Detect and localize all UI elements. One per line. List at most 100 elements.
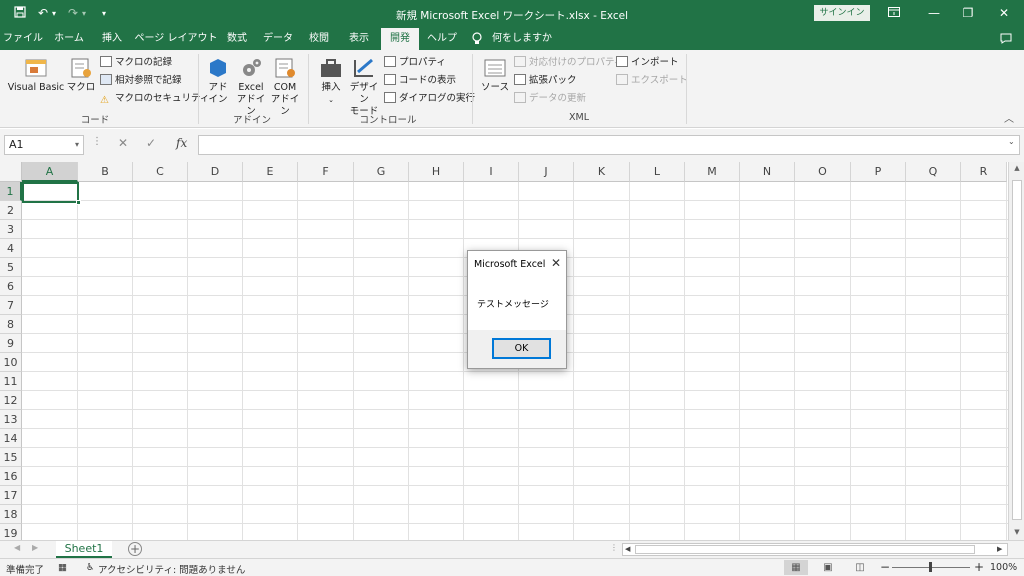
split-handle-icon[interactable]: ⋮: [610, 543, 618, 552]
horizontal-scroll-thumb[interactable]: [635, 545, 975, 554]
macros-button[interactable]: マクロ: [66, 56, 96, 94]
column-header-d[interactable]: D: [188, 162, 243, 182]
scroll-up-icon[interactable]: ▲: [1009, 164, 1024, 172]
sheet-tab[interactable]: Sheet1: [56, 541, 112, 558]
close-icon[interactable]: ✕: [548, 255, 564, 271]
tab-developer[interactable]: 開発: [381, 28, 419, 50]
column-header-j[interactable]: J: [519, 162, 574, 182]
column-header-o[interactable]: O: [795, 162, 851, 182]
map-properties-button[interactable]: 対応付けのプロパティ: [514, 55, 623, 71]
signin-button[interactable]: サインイン: [814, 5, 870, 21]
zoom-out-icon[interactable]: −: [880, 560, 890, 574]
accessibility-icon[interactable]: ♿: [86, 562, 95, 573]
tab-insert[interactable]: 挿入: [92, 28, 132, 50]
row-header-8[interactable]: 8: [0, 315, 22, 334]
page-break-view-icon[interactable]: ◫: [848, 560, 872, 575]
row-header-6[interactable]: 6: [0, 277, 22, 296]
properties-button[interactable]: プロパティ: [384, 55, 446, 71]
tab-view[interactable]: 表示: [340, 28, 378, 50]
record-macro-button[interactable]: マクロの記録: [100, 55, 172, 71]
tab-page-layout[interactable]: ページ レイアウト: [134, 28, 218, 50]
run-dialog-button[interactable]: ダイアログの実行: [384, 91, 475, 107]
design-mode-button[interactable]: デザイン モード: [346, 56, 382, 118]
sheet-next-icon[interactable]: ▶: [32, 543, 38, 552]
cancel-icon[interactable]: ✕: [118, 136, 128, 150]
zoom-in-icon[interactable]: +: [974, 560, 984, 574]
scroll-left-icon[interactable]: ◀: [625, 544, 630, 555]
insert-function-icon[interactable]: fx: [176, 136, 187, 150]
select-all-corner[interactable]: [0, 162, 22, 182]
column-header-k[interactable]: K: [574, 162, 630, 182]
refresh-data-button[interactable]: データの更新: [514, 91, 586, 107]
zoom-level[interactable]: 100%: [990, 562, 1017, 573]
row-header-18[interactable]: 18: [0, 505, 22, 524]
fill-handle[interactable]: [76, 200, 81, 205]
row-header-5[interactable]: 5: [0, 258, 22, 277]
tab-data[interactable]: データ: [258, 28, 298, 50]
addins-button[interactable]: アド イン: [204, 56, 232, 106]
vertical-scroll-thumb[interactable]: [1012, 180, 1022, 520]
column-header-g[interactable]: G: [354, 162, 409, 182]
normal-view-icon[interactable]: ▦: [784, 560, 808, 575]
row-header-14[interactable]: 14: [0, 429, 22, 448]
xml-export-button[interactable]: エクスポート: [616, 73, 688, 89]
macro-record-icon[interactable]: ▦: [58, 562, 67, 573]
add-sheet-icon[interactable]: +: [128, 542, 142, 556]
excel-addins-button[interactable]: Excel アドイン: [234, 56, 268, 118]
expand-formula-icon[interactable]: ⌄: [1008, 137, 1015, 146]
view-code-button[interactable]: コードの表示: [384, 73, 456, 89]
row-header-15[interactable]: 15: [0, 448, 22, 467]
column-header-e[interactable]: E: [243, 162, 298, 182]
tab-review[interactable]: 校閲: [300, 28, 338, 50]
row-header-4[interactable]: 4: [0, 239, 22, 258]
row-header-9[interactable]: 9: [0, 334, 22, 353]
tab-help[interactable]: ヘルプ: [422, 28, 462, 50]
xml-import-button[interactable]: インポート: [616, 55, 679, 71]
column-header-m[interactable]: M: [685, 162, 740, 182]
tab-home[interactable]: ホーム: [48, 28, 90, 50]
close-icon[interactable]: ✕: [994, 4, 1014, 22]
xml-source-button[interactable]: ソース: [480, 56, 510, 94]
com-addins-button[interactable]: COM アドイン: [268, 56, 302, 118]
column-header-l[interactable]: L: [630, 162, 685, 182]
row-header-3[interactable]: 3: [0, 220, 22, 239]
row-header-17[interactable]: 17: [0, 486, 22, 505]
sheet-prev-icon[interactable]: ◀: [14, 543, 20, 552]
column-header-c[interactable]: C: [133, 162, 188, 182]
minimize-icon[interactable]: —: [924, 4, 944, 22]
column-header-p[interactable]: P: [851, 162, 906, 182]
row-header-16[interactable]: 16: [0, 467, 22, 486]
row-header-1[interactable]: 1: [0, 182, 22, 201]
column-header-h[interactable]: H: [409, 162, 464, 182]
column-header-r[interactable]: R: [961, 162, 1007, 182]
row-header-2[interactable]: 2: [0, 201, 22, 220]
visual-basic-button[interactable]: Visual Basic: [6, 56, 66, 94]
column-header-q[interactable]: Q: [906, 162, 961, 182]
tab-formulas[interactable]: 数式: [220, 28, 254, 50]
row-header-19[interactable]: 19: [0, 524, 22, 540]
column-header-f[interactable]: F: [298, 162, 354, 182]
insert-control-button[interactable]: 挿入 ⌄: [316, 56, 346, 106]
column-header-i[interactable]: I: [464, 162, 519, 182]
column-header-a[interactable]: A: [22, 162, 78, 182]
column-header-n[interactable]: N: [740, 162, 795, 182]
collapse-ribbon-icon[interactable]: ︿: [1004, 110, 1014, 125]
ribbon-display-options-icon[interactable]: [884, 4, 904, 22]
row-header-10[interactable]: 10: [0, 353, 22, 372]
expansion-packs-button[interactable]: 拡張パック: [514, 73, 577, 89]
scroll-right-icon[interactable]: ▶: [997, 544, 1002, 555]
chevron-down-icon[interactable]: ▾: [75, 136, 79, 154]
zoom-slider-thumb[interactable]: [929, 562, 932, 572]
scroll-down-icon[interactable]: ▼: [1009, 528, 1024, 536]
vertical-scrollbar[interactable]: ▲ ▼: [1008, 162, 1024, 540]
active-cell[interactable]: [22, 182, 81, 205]
row-header-11[interactable]: 11: [0, 372, 22, 391]
column-header-b[interactable]: B: [78, 162, 133, 182]
row-header-13[interactable]: 13: [0, 410, 22, 429]
relative-reference-button[interactable]: 相対参照で記録: [100, 73, 182, 89]
enter-icon[interactable]: ✓: [146, 136, 156, 150]
tell-me-search[interactable]: 何をしますか: [490, 28, 554, 50]
restore-icon[interactable]: ❐: [958, 4, 978, 22]
row-header-7[interactable]: 7: [0, 296, 22, 315]
name-box[interactable]: A1 ▾: [4, 135, 84, 155]
